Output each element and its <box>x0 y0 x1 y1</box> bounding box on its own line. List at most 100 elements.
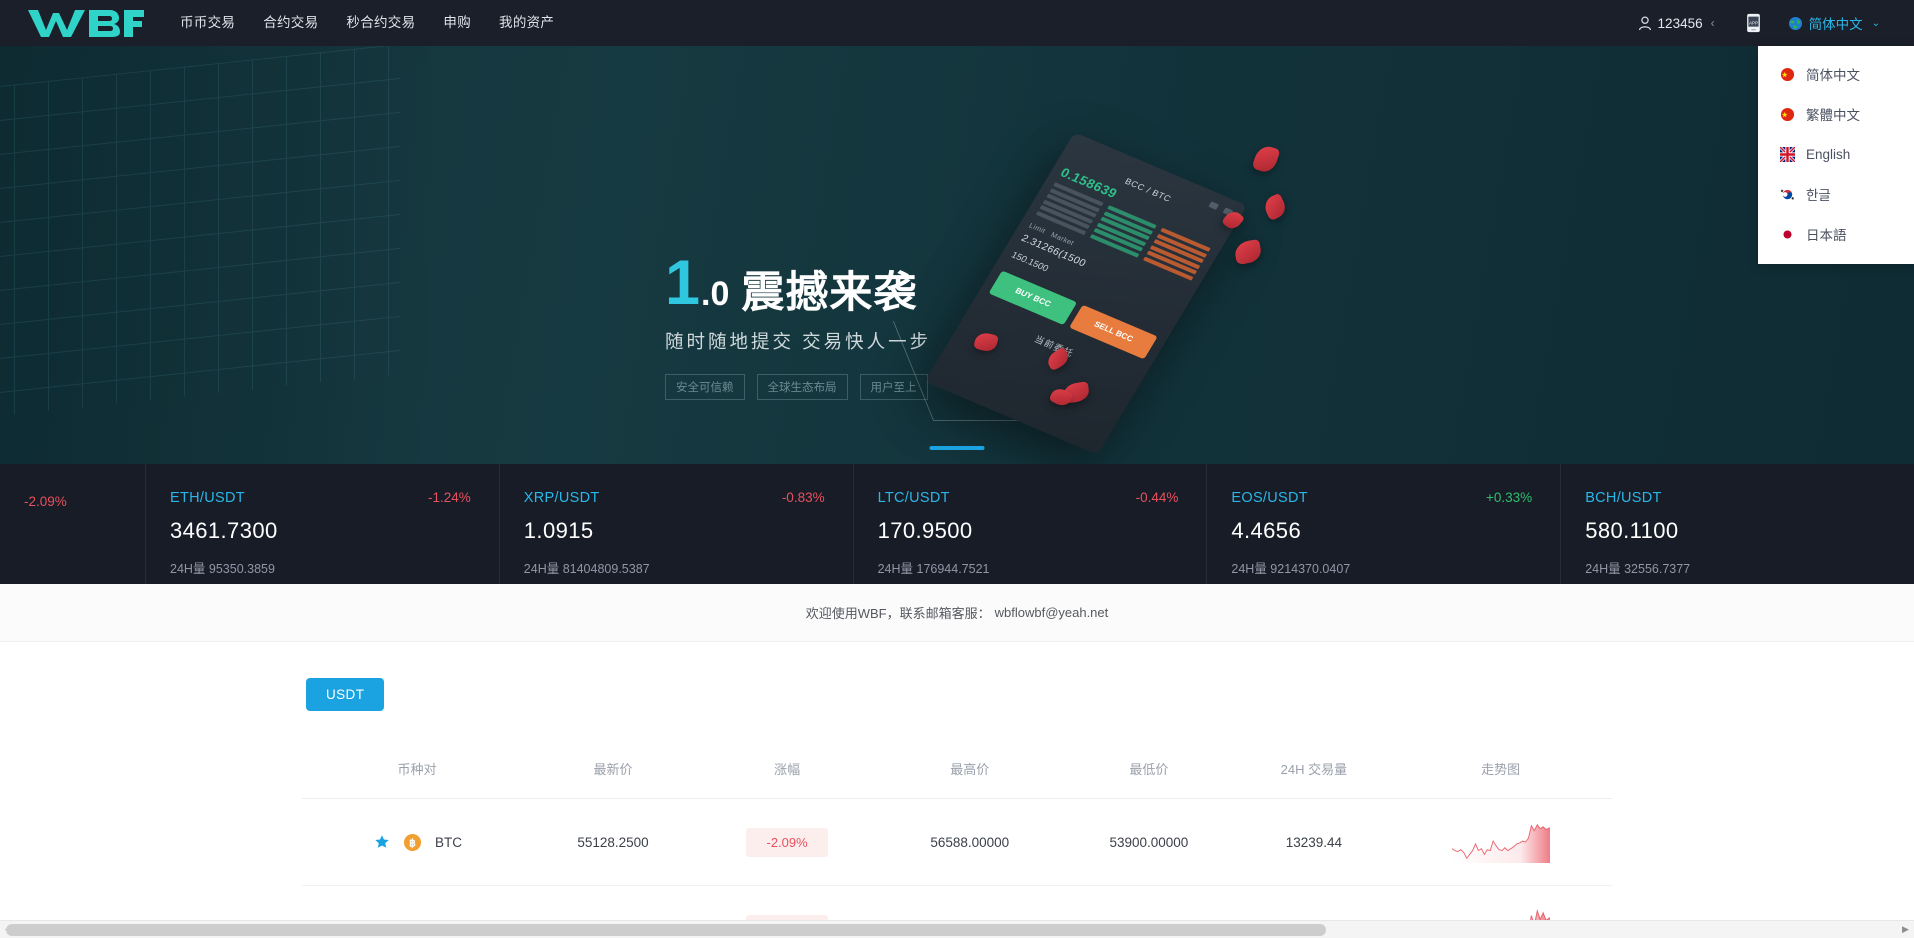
market-table-body: ฿ BTC 55128.2500 -2.09% 56588.00000 5390… <box>302 798 1612 938</box>
nav-item-second-contract-trade[interactable]: 秒合约交易 <box>332 0 429 46</box>
favorite-star-icon[interactable] <box>374 834 390 850</box>
flag-jp-icon <box>1780 226 1795 242</box>
ticker-item-bch[interactable]: BCH/USDT 580.1100 24H量 32556.7377 <box>1561 464 1914 584</box>
cell-last-price: 55128.2500 <box>532 798 694 886</box>
user-menu[interactable]: 123456 ‹ <box>1624 16 1729 31</box>
language-option-traditional-chinese[interactable]: 繁體中文 <box>1758 94 1914 134</box>
ticker-volume: 24H量 32556.7377 <box>1585 562 1691 576</box>
language-option-english[interactable]: English <box>1758 134 1914 174</box>
horizontal-scrollbar[interactable]: ◀ ▶ <box>0 920 1914 938</box>
ticker-item-partial[interactable]: -2.09% <box>0 464 146 584</box>
cell-pair: ฿ BTC <box>302 798 532 886</box>
language-option-label: 日本語 <box>1806 228 1847 243</box>
ticker-item-ltc[interactable]: LTC/USDT -0.44% 170.9500 24H量 176944.752… <box>854 464 1208 584</box>
petal-decoration <box>1261 192 1289 222</box>
scrollbar-thumb[interactable] <box>6 924 1326 936</box>
notice-bar: 欢迎使用WBF，联系邮箱客服： wbflowbf@yeah.net <box>0 584 1914 642</box>
hero-headline: 震撼来袭 <box>741 269 918 317</box>
market-section: USDT 币种对 最新价 涨幅 最高价 最低价 24H 交易量 走势图 ฿ BT… <box>0 642 1914 938</box>
ticker-volume: 24H量 176944.7521 <box>877 562 990 576</box>
ticker-change: +0.33% <box>1486 490 1533 505</box>
col-pair: 币种对 <box>302 745 532 799</box>
language-current-label: 简体中文 <box>1808 17 1863 32</box>
nav-item-contract-trade[interactable]: 合约交易 <box>249 0 332 46</box>
language-option-japanese[interactable]: 日本語 <box>1758 214 1914 254</box>
mobile-app-icon: APP <box>1746 13 1760 33</box>
ticker-change: -2.09% <box>24 494 67 509</box>
ticker-price: 580.1100 <box>1585 518 1679 543</box>
hero-decorative-grid <box>0 46 400 419</box>
ticker-item-xrp[interactable]: XRP/USDT -0.83% 1.0915 24H量 81404809.538… <box>500 464 854 584</box>
petal-decoration <box>1233 238 1263 266</box>
flag-cn-icon <box>1780 107 1795 122</box>
hero-version-major: 1 <box>665 248 700 318</box>
page-root: 币币交易 合约交易 秒合约交易 申购 我的资产 123456 ‹ APP 简体中… <box>0 0 1914 938</box>
ticker-volume: 24H量 9214370.0407 <box>1231 562 1351 576</box>
nav-item-my-assets[interactable]: 我的资产 <box>485 0 568 46</box>
wbf-logo[interactable] <box>26 6 144 40</box>
ticker-item-eos[interactable]: EOS/USDT +0.33% 4.4656 24H量 9214370.0407 <box>1207 464 1562 584</box>
market-table-wrapper: 币种对 最新价 涨幅 最高价 最低价 24H 交易量 走势图 ฿ BTC 551… <box>302 745 1612 938</box>
ticker-price: 3461.7300 <box>170 518 278 543</box>
chevron-left-icon: ‹ <box>1710 16 1715 30</box>
header-right-group: 123456 ‹ APP 简体中文 ⌄ 简体中文 繁體中文 English 한글… <box>1624 0 1914 264</box>
bitcoin-icon: ฿ <box>403 833 422 852</box>
market-tabs: USDT <box>302 678 1612 711</box>
language-option-simplified-chinese[interactable]: 简体中文 <box>1758 54 1914 94</box>
carousel-indicator[interactable] <box>929 446 985 450</box>
hero-badge-trust: 安全可信赖 <box>665 374 745 400</box>
ticker-change: -0.83% <box>781 490 825 505</box>
hero-badge-global: 全球生态布局 <box>756 374 848 400</box>
market-table: 币种对 最新价 涨幅 最高价 最低价 24H 交易量 走势图 ฿ BTC 551… <box>302 745 1612 938</box>
hero-artwork: BCC / BTC 0.158639 Limit Market 2.31266(… <box>892 132 1315 455</box>
nav-item-subscribe[interactable]: 申购 <box>429 0 485 46</box>
flag-cn-icon <box>1780 67 1795 82</box>
col-trend: 走势图 <box>1389 745 1612 799</box>
language-option-korean[interactable]: 한글 <box>1758 174 1914 214</box>
ticker-volume: 24H量 81404809.5387 <box>523 562 650 576</box>
cell-high: 56588.00000 <box>880 798 1060 886</box>
col-low: 最低价 <box>1059 745 1239 799</box>
language-option-label: English <box>1806 146 1851 162</box>
ticker-price: 170.9500 <box>877 518 973 543</box>
language-option-label: 繁體中文 <box>1806 108 1860 123</box>
globe-icon <box>1788 16 1803 31</box>
col-change: 涨幅 <box>694 745 881 799</box>
notice-email[interactable]: wbflowbf@yeah.net <box>995 605 1109 620</box>
pair-symbol: BTC <box>435 834 462 850</box>
market-table-head: 币种对 最新价 涨幅 最高价 最低价 24H 交易量 走势图 <box>302 745 1612 799</box>
notice-text: 欢迎使用WBF，联系邮箱客服： <box>805 606 991 621</box>
ticker-price: 4.4656 <box>1231 518 1302 543</box>
table-row[interactable]: ฿ BTC 55128.2500 -2.09% 56588.00000 5390… <box>302 798 1612 886</box>
flag-uk-icon <box>1778 145 1797 163</box>
language-option-label: 简体中文 <box>1806 68 1860 83</box>
user-name: 123456 <box>1657 15 1703 31</box>
table-header-row: 币种对 最新价 涨幅 最高价 最低价 24H 交易量 走势图 <box>302 745 1612 799</box>
col-volume: 24H 交易量 <box>1238 745 1390 799</box>
scroll-right-arrow[interactable]: ▶ <box>1897 921 1914 938</box>
app-download-button[interactable]: APP <box>1729 13 1778 33</box>
mockup-icon <box>1208 201 1220 210</box>
market-container: USDT 币种对 最新价 涨幅 最高价 最低价 24H 交易量 走势图 ฿ BT… <box>302 678 1612 938</box>
hero-title: 1 .0 震撼来袭 <box>665 252 965 315</box>
ticker-change: -1.24% <box>428 490 471 505</box>
col-high: 最高价 <box>880 745 1060 799</box>
ticker-item-eth[interactable]: ETH/USDT -1.24% 3461.7300 24H量 95350.385… <box>146 464 500 584</box>
language-dropdown-menu: 简体中文 繁體中文 English 한글 日本語 <box>1758 46 1914 264</box>
sparkline-chart-btc <box>1451 823 1550 863</box>
market-ticker-bar: -2.09% ETH/USDT -1.24% 3461.7300 24H量 95… <box>0 464 1914 584</box>
top-header: 币币交易 合约交易 秒合约交易 申购 我的资产 123456 ‹ APP 简体中… <box>0 0 1914 264</box>
tab-usdt[interactable]: USDT <box>306 678 385 711</box>
ticker-price: 1.0915 <box>523 518 594 543</box>
svg-text:APP: APP <box>1749 20 1758 25</box>
flag-kr-icon <box>1780 186 1795 202</box>
nav-item-coin-trade[interactable]: 币币交易 <box>166 0 249 46</box>
language-selector[interactable]: 简体中文 ⌄ <box>1778 13 1892 33</box>
language-option-label: 한글 <box>1806 188 1831 203</box>
cell-trend <box>1389 798 1612 886</box>
ticker-pair: BCH/USDT <box>1585 490 1662 506</box>
cell-low: 53900.00000 <box>1059 798 1239 886</box>
main-nav: 币币交易 合约交易 秒合约交易 申购 我的资产 <box>166 0 568 46</box>
hero-banner: 1 .0 震撼来袭 随时随地提交 交易快人一步 安全可信赖 全球生态布局 用户至… <box>0 46 1914 464</box>
ticker-change: -0.44% <box>1135 490 1179 505</box>
